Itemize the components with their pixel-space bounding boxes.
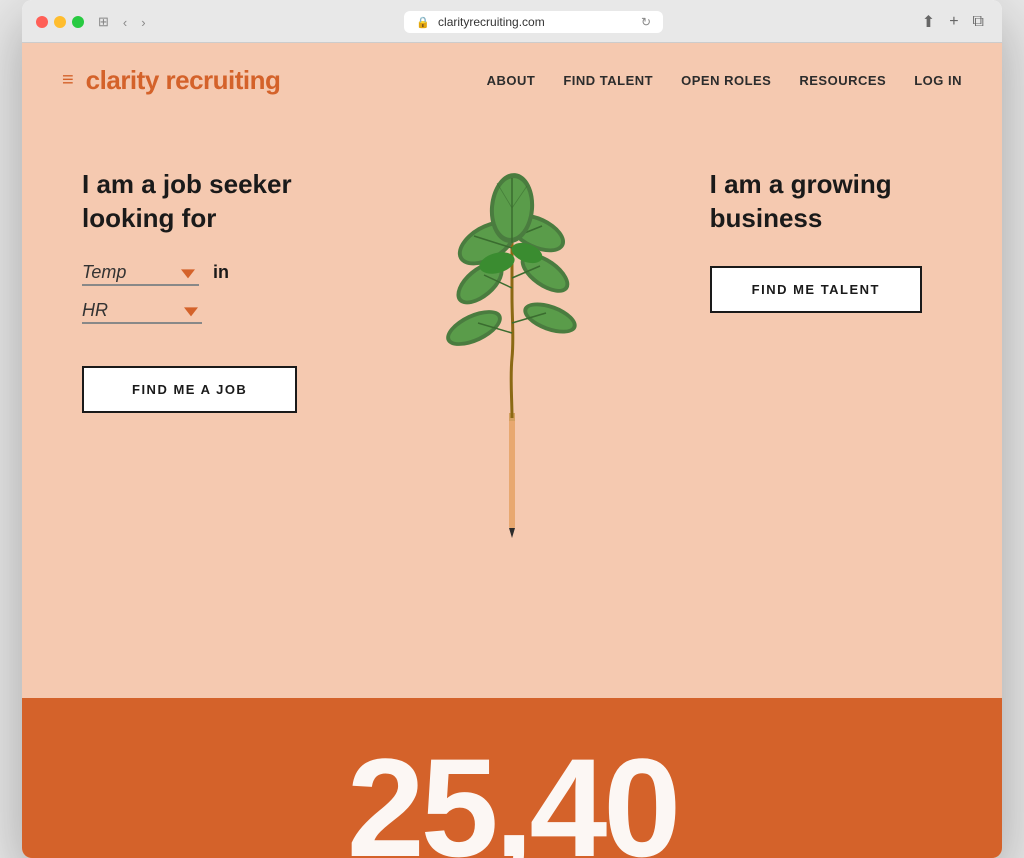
growing-business-panel: I am a growing business FIND ME TALENT [710, 168, 922, 313]
nav-about[interactable]: ABOUT [487, 73, 536, 88]
nav-open-roles[interactable]: OPEN ROLES [681, 73, 771, 88]
forward-button[interactable]: › [137, 13, 149, 32]
url-text: clarityrecruiting.com [438, 15, 545, 29]
job-seeker-heading: I am a job seeker looking for [82, 168, 297, 236]
new-tab-button[interactable]: + [945, 10, 962, 34]
plant-illustration [412, 118, 612, 538]
nav-resources[interactable]: RESOURCES [799, 73, 886, 88]
stats-section: 25,40 [22, 698, 1002, 858]
browser-action-buttons: ⬆ + ⧉ [918, 10, 988, 34]
reload-icon[interactable]: ↻ [641, 15, 651, 29]
in-label: in [213, 262, 229, 283]
job-field-select[interactable]: HR Finance Marketing Technology Admin [82, 298, 202, 324]
maximize-button[interactable] [72, 16, 84, 28]
hamburger-menu-icon[interactable]: ≡ [62, 69, 74, 92]
main-nav: ≡ clarity recruiting ABOUT FIND TALENT O… [22, 43, 1002, 118]
job-field-row: HR Finance Marketing Technology Admin [82, 298, 297, 324]
sidebar-toggle-button[interactable]: ⊞ [94, 12, 113, 32]
share-button[interactable]: ⬆ [918, 10, 939, 34]
nav-links: ABOUT FIND TALENT OPEN ROLES RESOURCES L… [487, 73, 962, 88]
tabs-button[interactable]: ⧉ [969, 10, 988, 34]
back-button[interactable]: ‹ [119, 13, 131, 32]
browser-window: ⊞ ‹ › 🔒 clarityrecruiting.com ↻ ⬆ + ⧉ ≡ … [22, 0, 1002, 858]
nav-find-talent[interactable]: FIND TALENT [563, 73, 653, 88]
job-type-select-wrapper: Temp Permanent Contract [82, 260, 199, 286]
job-field-select-wrapper: HR Finance Marketing Technology Admin [82, 298, 202, 324]
traffic-lights [36, 16, 84, 28]
website-content: ≡ clarity recruiting ABOUT FIND TALENT O… [22, 43, 1002, 858]
site-logo: clarity recruiting [86, 65, 487, 96]
stats-numbers: 25,40 [347, 738, 677, 858]
job-seeker-panel: I am a job seeker looking for Temp Perma… [82, 168, 297, 413]
minimize-button[interactable] [54, 16, 66, 28]
find-me-a-job-button[interactable]: FIND ME A JOB [82, 366, 297, 413]
plant-svg [412, 118, 612, 538]
hero-section: I am a job seeker looking for Temp Perma… [22, 118, 1002, 698]
browser-chrome: ⊞ ‹ › 🔒 clarityrecruiting.com ↻ ⬆ + ⧉ [22, 0, 1002, 43]
browser-nav-controls: ⊞ ‹ › [94, 12, 150, 32]
job-type-row: Temp Permanent Contract in [82, 260, 297, 286]
nav-log-in[interactable]: LOG IN [914, 73, 962, 88]
growing-business-heading: I am a growing business [710, 168, 922, 236]
find-me-talent-button[interactable]: FIND ME TALENT [710, 266, 922, 313]
job-type-select[interactable]: Temp Permanent Contract [82, 260, 199, 286]
close-button[interactable] [36, 16, 48, 28]
address-bar[interactable]: 🔒 clarityrecruiting.com ↻ [404, 11, 663, 33]
lock-icon: 🔒 [416, 16, 430, 29]
